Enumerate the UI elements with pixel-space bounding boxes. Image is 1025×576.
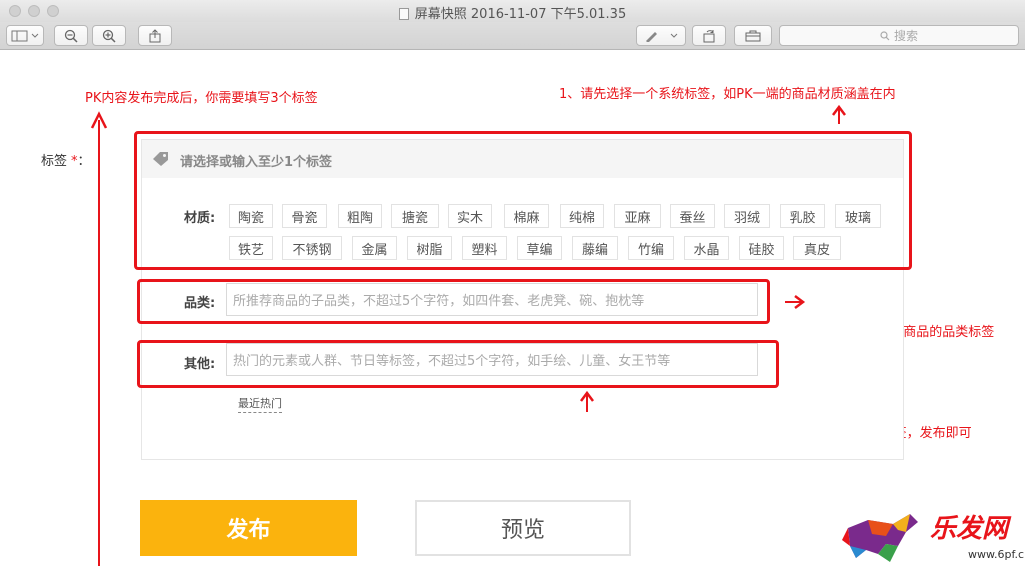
publish-button[interactable]: 发布: [140, 500, 357, 556]
sidebar-toggle-button[interactable]: [6, 25, 44, 46]
toolbox-icon: [745, 30, 761, 41]
rotate-button[interactable]: [692, 25, 726, 46]
share-button[interactable]: [138, 25, 172, 46]
highlight-category-box: [137, 279, 770, 324]
search-placeholder: 搜索: [893, 29, 918, 43]
rotate-icon: [703, 29, 715, 42]
zoom-out-button[interactable]: [54, 25, 88, 46]
search-icon: [880, 30, 890, 40]
zoom-in-button[interactable]: [92, 25, 126, 46]
tag-field-label: 标签 *：: [41, 154, 91, 169]
bull-logo-icon: [842, 514, 918, 562]
share-icon: [149, 28, 161, 42]
highlight-material-box: [134, 131, 912, 270]
zoom-out-icon: [64, 29, 78, 43]
zoom-in-icon: [102, 29, 116, 43]
watermark-logo: 乐发网 www.6pf.cn: [838, 506, 1025, 572]
arrow-up-step1-icon: [832, 104, 846, 124]
markup-pen-button[interactable]: [636, 25, 686, 46]
watermark-url: www.6pf.cn: [968, 548, 1025, 561]
highlight-other-box: [137, 340, 779, 388]
window-title: 屏幕快照 2016-11-07 下午5.01.35: [0, 3, 1025, 22]
arrow-up-left-icon: [90, 111, 108, 566]
preview-button[interactable]: 预览: [415, 500, 631, 556]
sidebar-icon: [11, 30, 39, 41]
toolbox-button[interactable]: [734, 25, 772, 46]
preview-toolbar: 搜索: [0, 22, 1025, 50]
annotation-step-1: 1、请先选择一个系统标签，如PK一端的商品材质涵盖在内: [559, 87, 896, 102]
search-field[interactable]: 搜索: [779, 25, 1019, 46]
watermark-brand: 乐发网: [930, 514, 1009, 544]
recent-hot-link[interactable]: 最近热门: [238, 395, 282, 413]
pen-icon: [646, 31, 678, 42]
annotation-left-note: PK内容发布完成后，你需要填写3个标签: [85, 91, 318, 106]
window-titlebar: 屏幕快照 2016-11-07 下午5.01.35: [0, 0, 1025, 22]
document-icon: [398, 8, 409, 20]
